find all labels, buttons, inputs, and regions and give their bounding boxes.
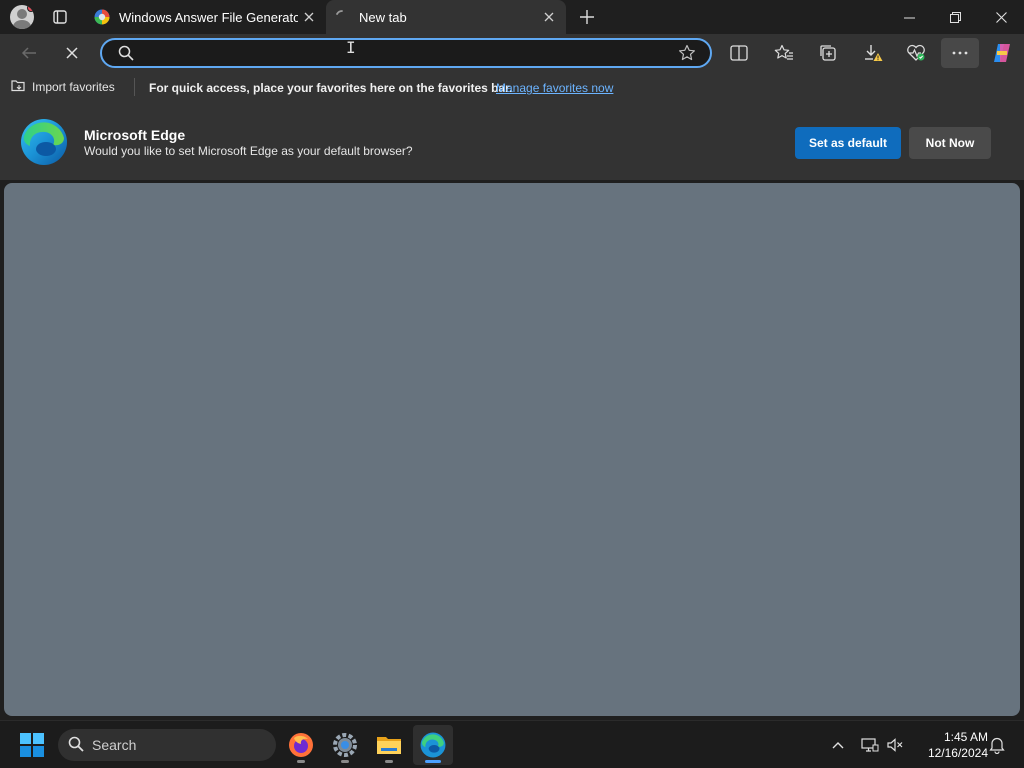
- address-bar[interactable]: [100, 38, 712, 68]
- browser-essentials-button[interactable]: [901, 38, 931, 68]
- taskbar-search-box[interactable]: Search: [58, 729, 276, 761]
- restore-button[interactable]: [932, 0, 978, 34]
- favorites-button[interactable]: [769, 38, 799, 68]
- settings-and-more-button[interactable]: [941, 38, 979, 68]
- collections-button[interactable]: [813, 38, 843, 68]
- system-clock[interactable]: 1:45 AM 12/16/2024: [912, 729, 988, 761]
- search-icon: [68, 736, 84, 755]
- running-indicator: [341, 760, 349, 763]
- favorites-bar-message: For quick access, place your favorites h…: [149, 81, 513, 95]
- edge-taskbar-icon[interactable]: [413, 725, 453, 765]
- volume-muted-icon[interactable]: [883, 733, 907, 757]
- tab-new-tab[interactable]: New tab: [326, 0, 566, 34]
- show-hidden-icons-chevron-icon[interactable]: [826, 733, 850, 757]
- file-explorer-icon[interactable]: [369, 725, 409, 765]
- tab-windows-answer-file-generator[interactable]: Windows Answer File Generator: [86, 0, 326, 34]
- default-browser-banner: Microsoft Edge Would you like to set Mic…: [0, 102, 1024, 180]
- clock-date: 12/16/2024: [927, 746, 988, 760]
- address-input[interactable]: [138, 43, 658, 63]
- banner-title: Microsoft Edge: [84, 127, 186, 143]
- profile-avatar-icon[interactable]: [10, 5, 34, 29]
- import-favorites-button[interactable]: Import favorites: [10, 78, 115, 95]
- start-button[interactable]: [12, 725, 52, 765]
- search-icon: [118, 45, 134, 66]
- active-indicator: [425, 760, 441, 763]
- clock-time: 1:45 AM: [943, 730, 988, 744]
- close-window-button[interactable]: [978, 0, 1024, 34]
- tab-label: New tab: [359, 9, 407, 25]
- copilot-icon[interactable]: [987, 38, 1017, 68]
- favorites-separator: [134, 78, 135, 96]
- navigation-toolbar: I: [0, 34, 1024, 72]
- downloads-button[interactable]: [858, 38, 888, 68]
- minimize-button[interactable]: [886, 0, 932, 34]
- taskbar-search-label: Search: [92, 737, 137, 753]
- import-favorites-label: Import favorites: [32, 79, 115, 94]
- back-button[interactable]: [14, 38, 44, 68]
- not-now-button[interactable]: Not Now: [909, 127, 991, 159]
- site-favicon-icon: [94, 9, 110, 25]
- set-as-default-button[interactable]: Set as default: [795, 127, 901, 159]
- loading-spinner-icon: [334, 9, 350, 25]
- manage-favorites-link[interactable]: Manage favorites now: [496, 81, 613, 95]
- page-content-area[interactable]: [4, 183, 1020, 716]
- running-indicator: [385, 760, 393, 763]
- running-indicator: [297, 760, 305, 763]
- network-icon[interactable]: [858, 733, 882, 757]
- new-tab-button[interactable]: [574, 5, 600, 29]
- text-cursor-icon: I: [346, 38, 356, 57]
- favorites-bar: Import favorites For quick access, place…: [0, 72, 1024, 102]
- close-tab-icon[interactable]: [538, 6, 560, 28]
- tab-label: Windows Answer File Generator: [119, 9, 298, 25]
- settings-icon[interactable]: [325, 725, 365, 765]
- notifications-bell-icon[interactable]: [985, 733, 1009, 757]
- banner-message: Would you like to set Microsoft Edge as …: [84, 144, 413, 158]
- import-icon: [10, 78, 26, 95]
- close-tab-icon[interactable]: [298, 6, 320, 28]
- tab-strip: Windows Answer File Generator New tab: [0, 0, 1024, 34]
- taskbar: Search 1:45 AM 12/16/2024: [0, 720, 1024, 768]
- stop-loading-button[interactable]: [57, 38, 87, 68]
- edge-logo-icon: [20, 118, 68, 166]
- split-screen-button[interactable]: [724, 38, 754, 68]
- add-favorite-star-icon[interactable]: [678, 44, 696, 67]
- firefox-icon[interactable]: [281, 725, 321, 765]
- tab-actions-menu-icon[interactable]: [48, 5, 72, 29]
